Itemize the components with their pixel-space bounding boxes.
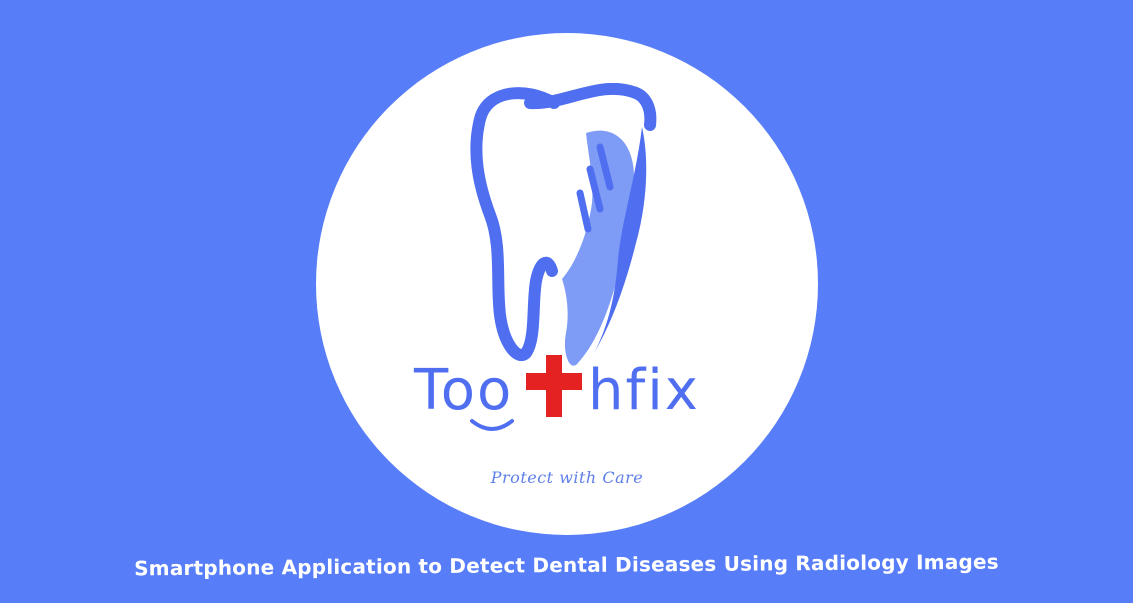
logo-circle: Too hfix Protect with Care <box>316 33 818 535</box>
brand-name-part-2: hfix <box>588 358 700 423</box>
brand-wordmark: Too hfix <box>413 355 700 431</box>
tagline: Protect with Care <box>490 468 644 487</box>
app-subtitle: Smartphone Application to Detect Dental … <box>134 549 999 581</box>
brand-name-part-1: Too <box>413 358 513 423</box>
tooth-icon <box>470 83 657 366</box>
red-cross-icon <box>526 355 582 417</box>
splash-screen: Too hfix Protect with Care Smartphone Ap… <box>0 0 1133 603</box>
